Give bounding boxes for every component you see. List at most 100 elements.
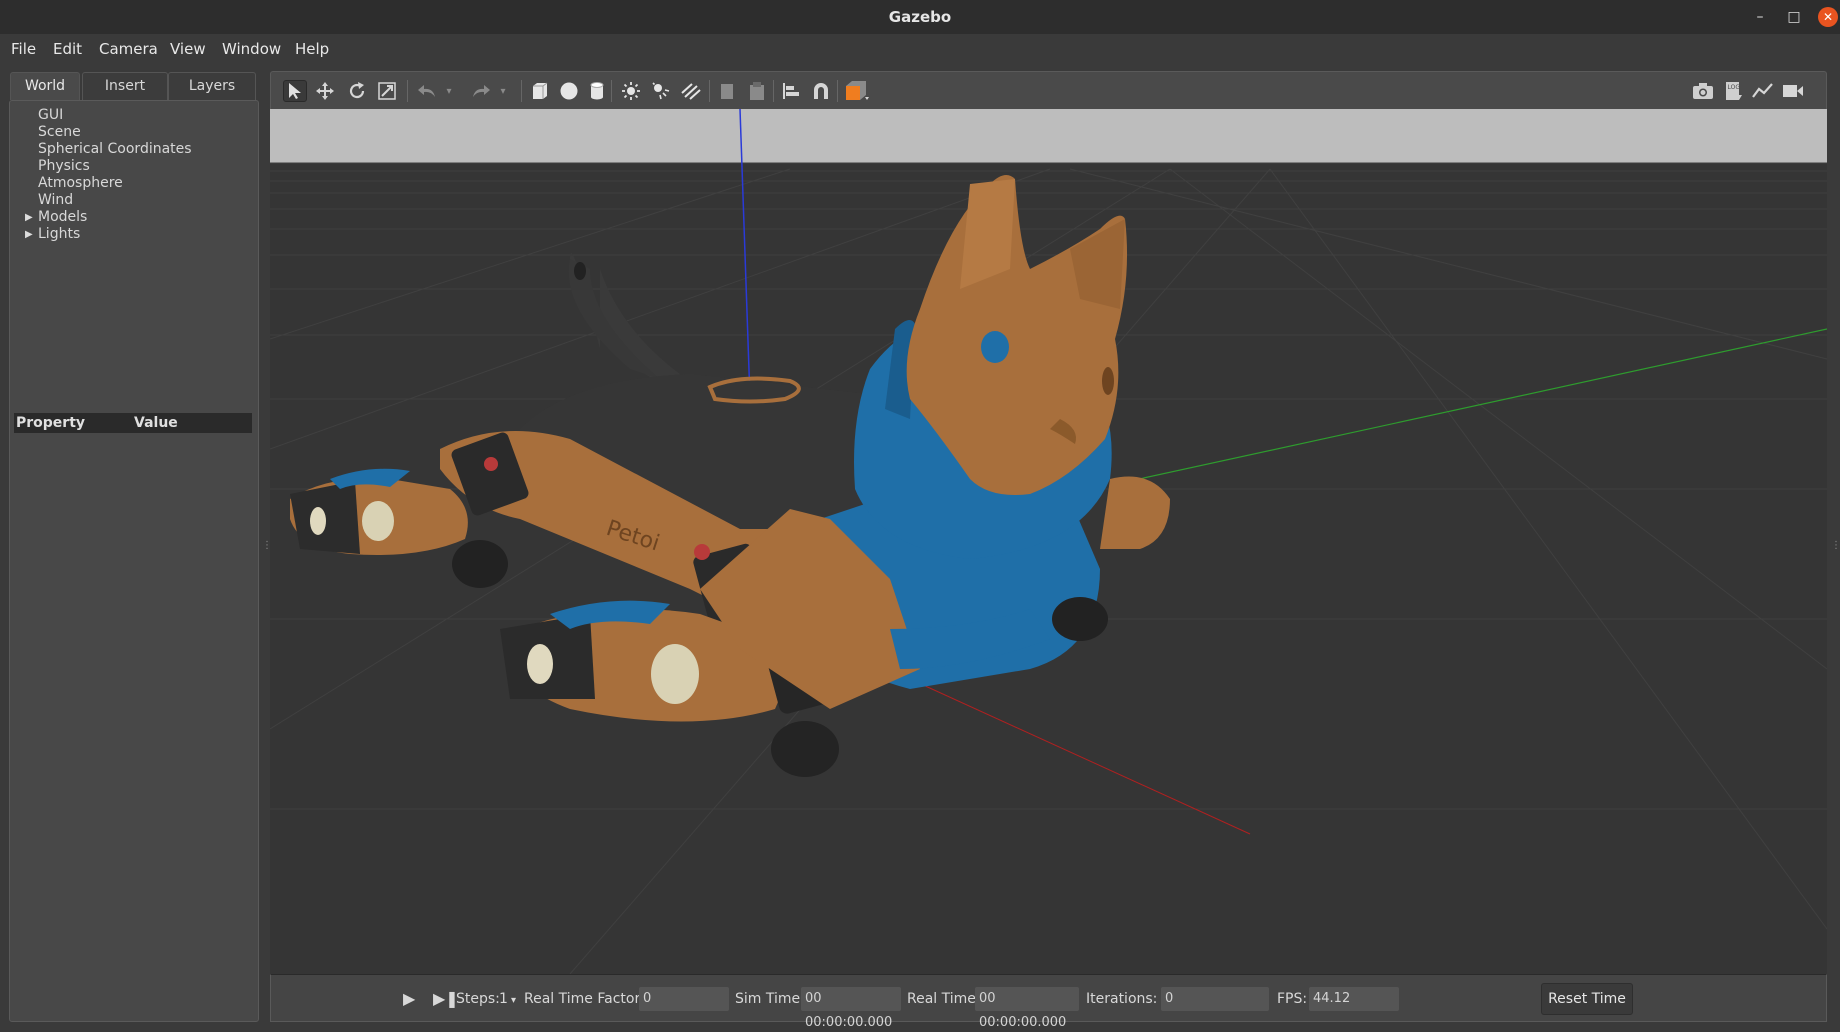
- menu-view[interactable]: View: [170, 40, 206, 58]
- fps-field: 44.12: [1309, 987, 1399, 1011]
- minimize-icon[interactable]: –: [1750, 7, 1770, 27]
- time-panel: ▶ ▶❚ Steps: 1 ▾ Real Time Factor: 0 Sim …: [270, 974, 1827, 1030]
- menu-window[interactable]: Window: [222, 40, 281, 58]
- tree-item-label: Models: [38, 209, 88, 225]
- toolbar-separator: [611, 80, 612, 102]
- tree-item-label: Scene: [38, 124, 81, 140]
- rtf-label: Real Time Factor:: [524, 991, 645, 1007]
- log-icon[interactable]: LOG: [1721, 80, 1745, 102]
- real-time-label: Real Time:: [907, 991, 981, 1007]
- world-tree: GUI Scene Spherical Coordinates Physics …: [10, 107, 258, 243]
- tree-item-lights[interactable]: ▶ Lights: [10, 226, 258, 243]
- menu-edit[interactable]: Edit: [53, 40, 82, 58]
- real-time-field: 00 00:00:00.000: [975, 987, 1079, 1030]
- toolbar-separator: [521, 80, 522, 102]
- close-icon[interactable]: ✕: [1818, 7, 1838, 27]
- play-icon[interactable]: ▶: [403, 989, 415, 1008]
- tree-item-atmosphere[interactable]: Atmosphere: [10, 175, 258, 192]
- spot-light-icon[interactable]: [649, 80, 673, 102]
- tree-item-spherical-coordinates[interactable]: Spherical Coordinates: [10, 141, 258, 158]
- snap-icon[interactable]: [809, 80, 833, 102]
- toolbar-separator: [773, 80, 774, 102]
- menu-file[interactable]: File: [11, 40, 36, 58]
- copy-icon[interactable]: [715, 80, 739, 102]
- point-light-icon[interactable]: [619, 80, 643, 102]
- toolbar-separator: [709, 80, 710, 102]
- iterations-label: Iterations:: [1086, 991, 1158, 1007]
- screenshot-icon[interactable]: [1691, 80, 1715, 102]
- record-icon[interactable]: [1781, 80, 1805, 102]
- right-splitter-handle[interactable]: ⋮: [1831, 540, 1840, 551]
- model-foot: [452, 540, 508, 588]
- rotate-icon[interactable]: [345, 80, 369, 102]
- tree-item-wind[interactable]: Wind: [10, 192, 258, 209]
- tab-insert[interactable]: Insert: [82, 72, 168, 100]
- reset-time-button[interactable]: Reset Time: [1541, 983, 1633, 1015]
- undo-dropdown-icon[interactable]: ▾: [437, 80, 461, 102]
- tree-item-models[interactable]: ▶ Models: [10, 209, 258, 226]
- 3d-viewport[interactable]: Petoi: [270, 109, 1827, 974]
- tree-item-physics[interactable]: Physics: [10, 158, 258, 175]
- world-panel: GUI Scene Spherical Coordinates Physics …: [9, 100, 259, 1022]
- y-axis: [1129, 328, 1827, 482]
- robot-cat-model[interactable]: Petoi: [290, 175, 1170, 777]
- translate-icon[interactable]: [313, 80, 337, 102]
- sim-time-label: Sim Time:: [735, 991, 805, 1007]
- tab-world[interactable]: World: [10, 72, 80, 100]
- box-icon[interactable]: [527, 80, 551, 102]
- align-icon[interactable]: [779, 80, 803, 102]
- directional-light-icon[interactable]: [679, 80, 703, 102]
- iterations-field: 0: [1161, 987, 1269, 1011]
- steps-spinner[interactable]: 1: [499, 991, 508, 1007]
- redo-dropdown-icon[interactable]: ▾: [491, 80, 515, 102]
- main-toolbar: ▾ ▾ LOG: [270, 71, 1827, 109]
- scene-render: Petoi: [270, 109, 1827, 974]
- property-table-header: Property Value: [14, 413, 252, 433]
- tab-layers[interactable]: Layers: [168, 72, 256, 100]
- steps-label: Steps:: [456, 991, 500, 1007]
- model-tail-hole: [574, 262, 586, 280]
- paste-icon[interactable]: [745, 80, 769, 102]
- model-eye: [1102, 367, 1114, 395]
- cylinder-icon[interactable]: [585, 80, 609, 102]
- steps-dropdown-icon[interactable]: ▾: [511, 995, 516, 1006]
- value-column-header: Value: [134, 415, 178, 431]
- scale-icon[interactable]: [375, 80, 399, 102]
- tree-item-label: Atmosphere: [38, 175, 123, 191]
- property-column-header: Property: [16, 415, 86, 431]
- tree-item-label: Physics: [38, 158, 90, 174]
- model-screw: [484, 457, 498, 471]
- sim-time-field: 00 00:00:00.000: [801, 987, 901, 1030]
- menu-help[interactable]: Help: [295, 40, 329, 58]
- view-angle-icon[interactable]: [843, 80, 873, 102]
- undo-icon[interactable]: [415, 80, 439, 102]
- tree-item-label: Spherical Coordinates: [38, 141, 192, 157]
- select-arrow-icon[interactable]: [283, 80, 307, 102]
- tree-item-gui[interactable]: GUI: [10, 107, 258, 124]
- toolbar-separator: [837, 80, 838, 102]
- maximize-icon[interactable]: □: [1784, 7, 1804, 27]
- expand-arrow-icon[interactable]: ▶: [25, 209, 33, 226]
- window-title: Gazebo: [888, 8, 952, 26]
- fps-label: FPS:: [1277, 991, 1308, 1007]
- title-bar: Gazebo – □ ✕: [0, 0, 1840, 34]
- expand-arrow-icon[interactable]: ▶: [25, 226, 33, 243]
- model-screw: [694, 544, 710, 560]
- step-icon[interactable]: ▶❚: [433, 989, 459, 1008]
- model-eye: [981, 331, 1009, 363]
- tree-item-label: Lights: [38, 226, 81, 242]
- rtf-field: 0: [639, 987, 729, 1011]
- menu-camera[interactable]: Camera: [99, 40, 158, 58]
- tree-item-scene[interactable]: Scene: [10, 124, 258, 141]
- x-axis: [909, 678, 1251, 835]
- tree-item-label: Wind: [38, 192, 74, 208]
- z-axis: [739, 109, 751, 400]
- svg-text:LOG: LOG: [1728, 84, 1741, 91]
- model-foot: [771, 721, 839, 777]
- sphere-icon[interactable]: [557, 80, 581, 102]
- plot-icon[interactable]: [1751, 80, 1775, 102]
- tree-item-label: GUI: [38, 107, 64, 123]
- toolbar-separator: [407, 80, 408, 102]
- redo-icon[interactable]: [469, 80, 493, 102]
- menu-bar: File Edit Camera View Window Help: [0, 34, 1840, 64]
